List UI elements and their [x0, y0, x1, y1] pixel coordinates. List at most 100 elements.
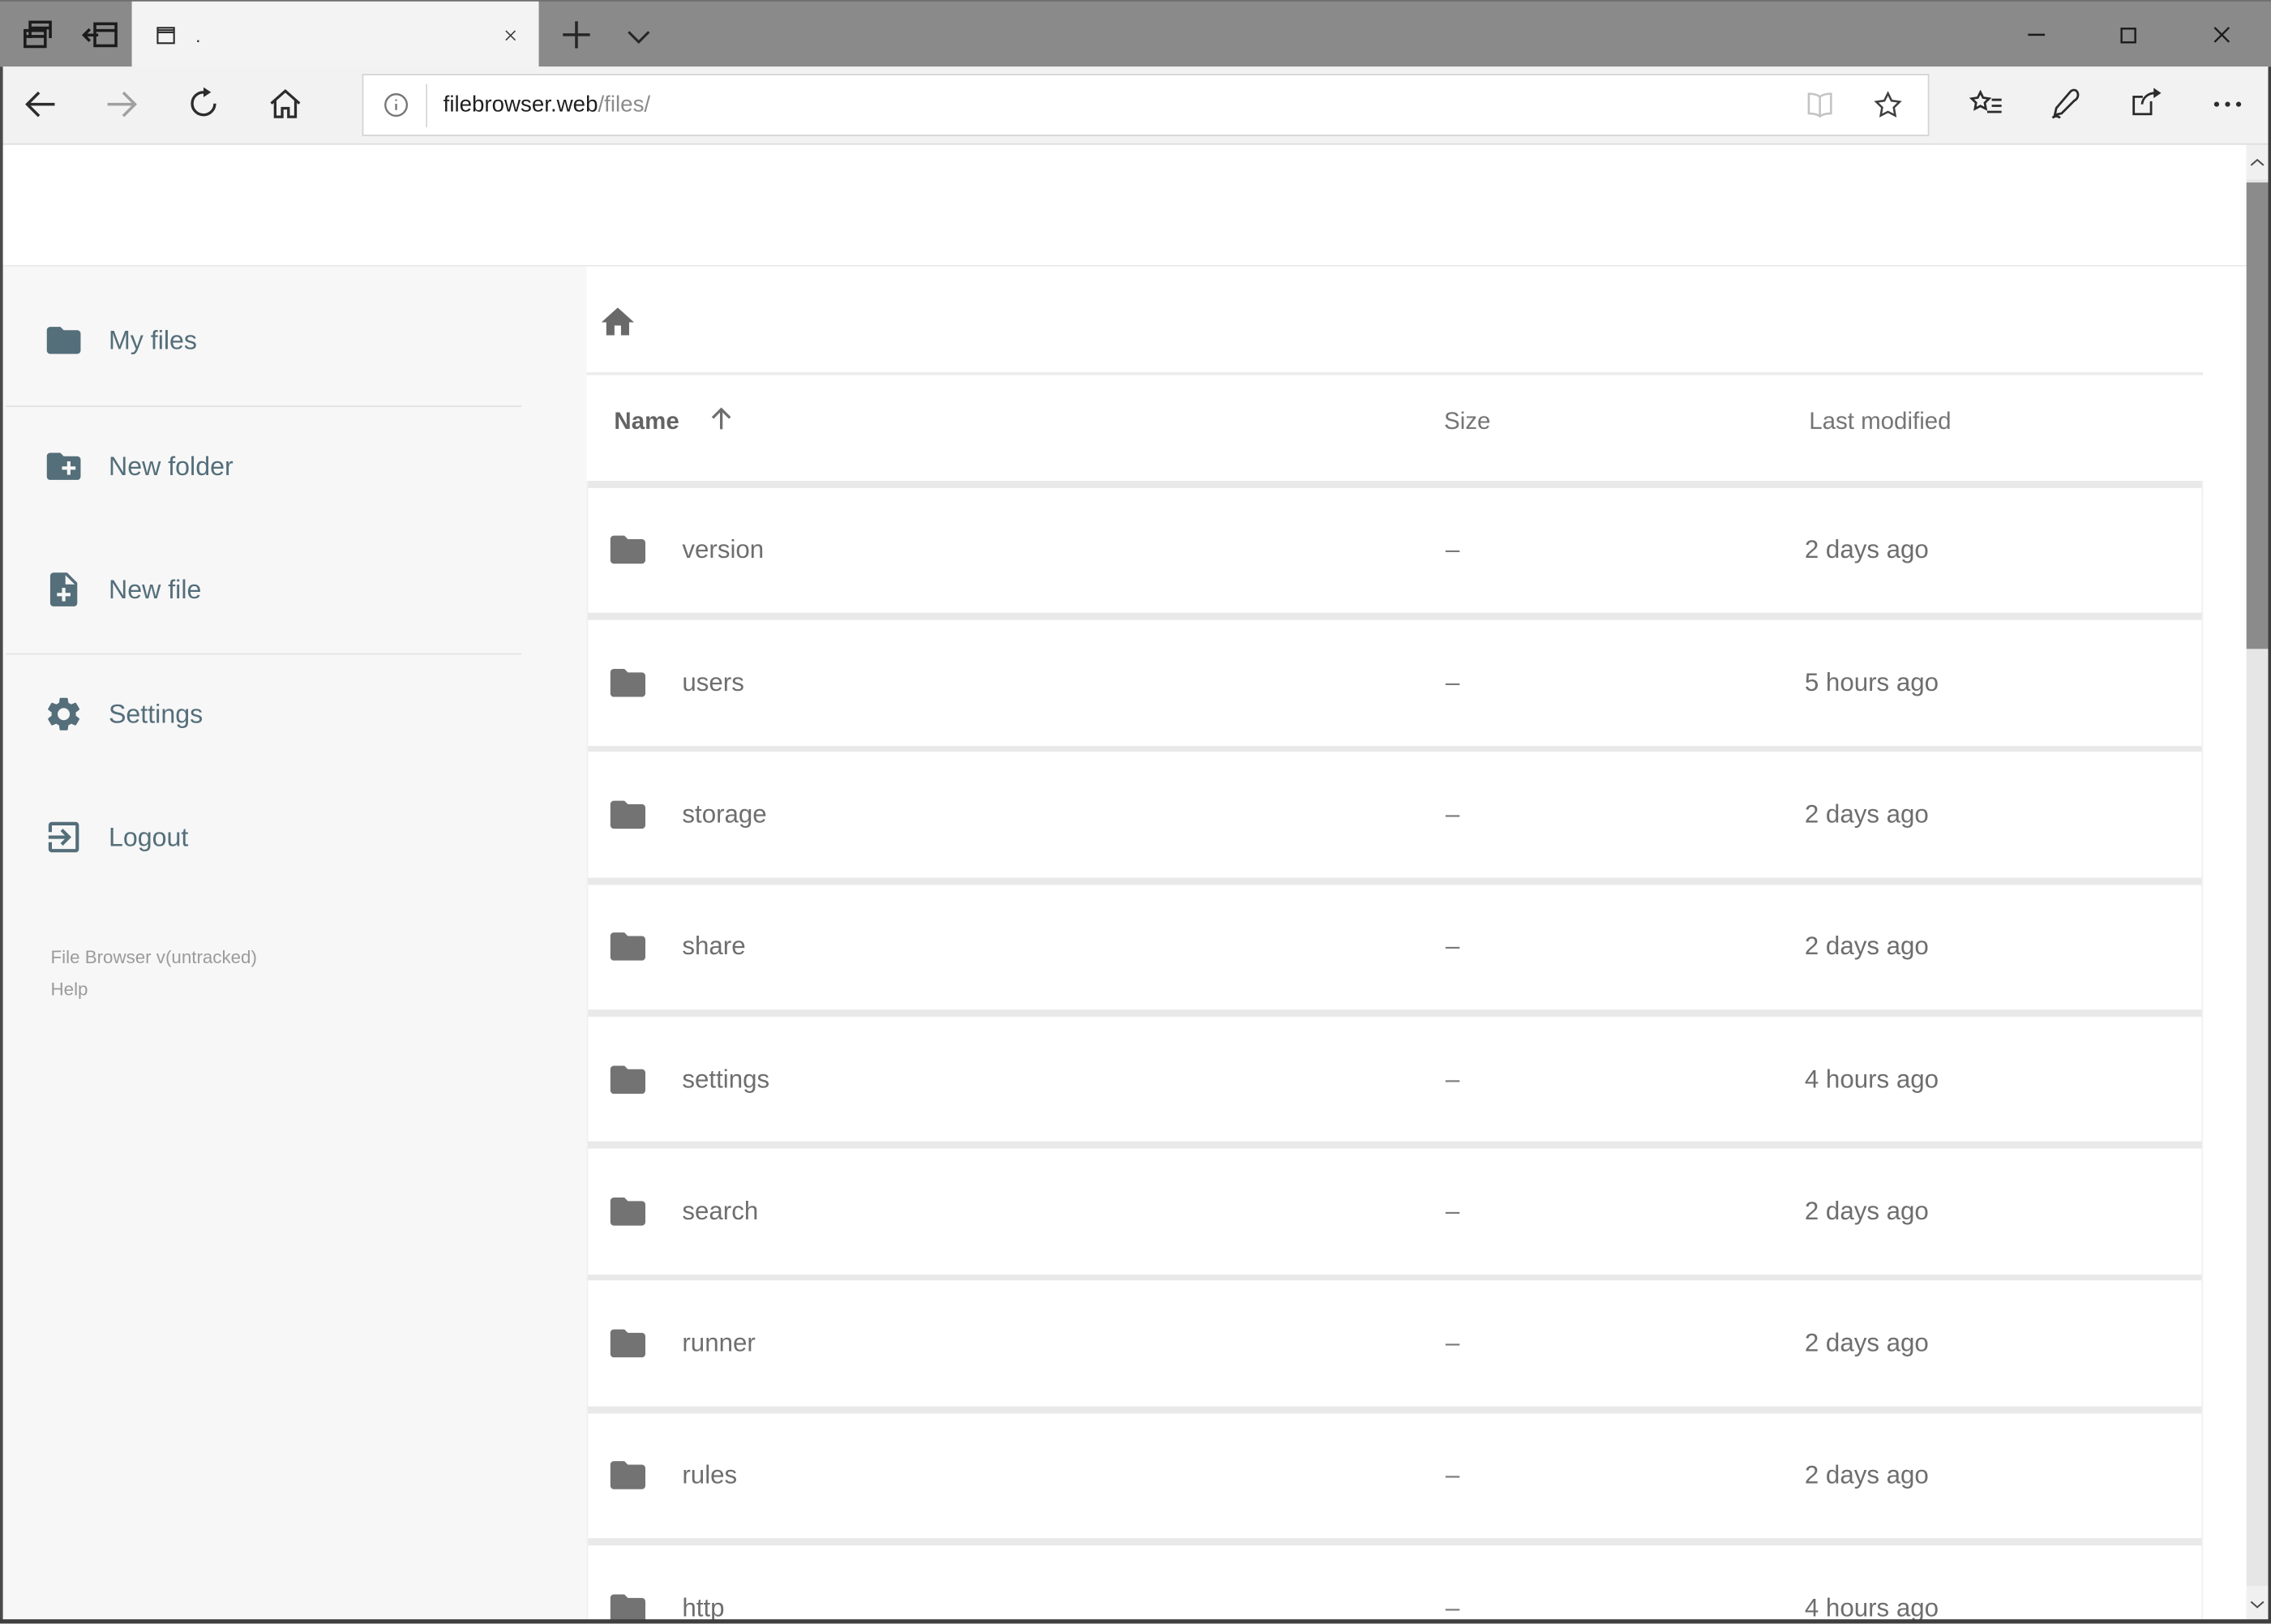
window-maximize-button[interactable]	[2083, 2, 2173, 68]
help-link[interactable]: Help	[51, 979, 88, 1000]
tab-list-chevron-icon[interactable]	[621, 19, 656, 54]
file-modified: 2 days ago	[1804, 799, 1929, 829]
window-border-left	[0, 66, 3, 1624]
sidebar-item-my-files[interactable]: My files	[0, 300, 586, 381]
file-size: –	[1445, 1328, 1460, 1358]
hub-favorites-button[interactable]	[1969, 85, 2009, 126]
web-notes-pen-button[interactable]	[2048, 85, 2089, 126]
file-modified: 5 hours ago	[1804, 667, 1939, 696]
address-bar[interactable]: filebrowser.web/files/	[362, 74, 1930, 136]
file-rows: version – 2 days ago users – 5 hours ago…	[586, 481, 2204, 1624]
add-favorite-star-icon[interactable]	[1871, 88, 1905, 122]
tab-page-icon	[153, 23, 178, 47]
column-header-size[interactable]: Size	[1444, 409, 1490, 436]
folder-icon	[607, 794, 649, 836]
site-info-icon[interactable]	[381, 90, 412, 121]
window-close-button[interactable]	[2177, 2, 2267, 68]
tab-title: .	[195, 24, 201, 46]
file-modified: 2 days ago	[1804, 1328, 1929, 1358]
new-folder-icon	[44, 446, 84, 486]
file-size: –	[1445, 535, 1460, 564]
share-button[interactable]	[2127, 85, 2168, 126]
filebrowser-header	[0, 144, 2271, 267]
sort-ascending-arrow-icon[interactable]	[705, 403, 737, 435]
sidebar-item-label: Settings	[108, 698, 204, 728]
scrollbar-thumb[interactable]	[2246, 182, 2269, 649]
folder-icon	[607, 1190, 649, 1232]
table-row-rules[interactable]: rules – 2 days ago	[588, 1412, 2202, 1539]
new-file-icon	[44, 569, 84, 610]
breadcrumb-home-icon[interactable]	[598, 302, 637, 341]
file-size: –	[1445, 1064, 1460, 1094]
table-row-version[interactable]: version – 2 days ago	[588, 487, 2202, 614]
file-modified: 2 days ago	[1804, 1460, 1929, 1490]
url-text[interactable]: filebrowser.web/files/	[443, 92, 1803, 118]
window-border-bottom	[0, 1619, 2271, 1624]
reading-view-icon[interactable]	[1803, 88, 1836, 122]
sidebar-item-label: Logout	[108, 821, 189, 851]
new-tab-button[interactable]	[556, 15, 597, 55]
folder-icon	[607, 1455, 649, 1497]
file-size: –	[1445, 1196, 1460, 1226]
table-row-runner[interactable]: runner – 2 days ago	[588, 1280, 2202, 1407]
file-name: runner	[682, 1328, 756, 1358]
file-size: –	[1445, 1460, 1460, 1490]
logout-icon	[44, 817, 84, 858]
window-minimize-button[interactable]	[1991, 2, 2081, 68]
table-row-http[interactable]: http – 4 hours ago	[588, 1545, 2202, 1624]
file-modified: 2 days ago	[1804, 535, 1929, 564]
scrollbar-down-button[interactable]	[2246, 1586, 2269, 1621]
file-name: storage	[682, 799, 767, 829]
sidebar-item-logout[interactable]: Logout	[0, 797, 586, 878]
home-button[interactable]	[267, 85, 307, 126]
file-modified: 4 hours ago	[1804, 1064, 1939, 1094]
table-row-search[interactable]: search – 2 days ago	[588, 1148, 2202, 1275]
sidebar: My files New folder New file Settings Lo…	[0, 266, 587, 1621]
folder-icon	[607, 529, 649, 572]
file-modified: 2 days ago	[1804, 932, 1929, 961]
table-row-settings[interactable]: settings – 4 hours ago	[588, 1016, 2202, 1142]
app-version-text: File Browser v(untracked)	[50, 947, 257, 968]
browser-toolbar: filebrowser.web/files/	[0, 66, 2271, 145]
column-header-name[interactable]: Name	[614, 409, 679, 436]
sidebar-item-label: My files	[108, 325, 197, 354]
set-tabs-aside-icon[interactable]	[79, 15, 120, 55]
sidebar-item-new-folder[interactable]: New folder	[0, 426, 586, 507]
folder-icon	[607, 1587, 649, 1623]
table-row-share[interactable]: share – 2 days ago	[588, 884, 2202, 1010]
file-size: –	[1445, 932, 1460, 961]
window-border-right	[2268, 66, 2271, 1624]
scrollbar-up-button[interactable]	[2246, 144, 2269, 180]
file-name: rules	[682, 1460, 738, 1490]
gear-icon	[44, 694, 84, 735]
file-size: –	[1445, 667, 1460, 696]
address-separator	[426, 83, 427, 127]
file-name: version	[682, 535, 765, 564]
table-row-storage[interactable]: storage – 2 days ago	[588, 752, 2202, 878]
folder-icon	[44, 320, 84, 361]
sidebar-item-label: New folder	[108, 451, 234, 481]
file-name: share	[682, 932, 746, 961]
folder-icon	[607, 1322, 649, 1365]
settings-more-ellipsis-button[interactable]	[2209, 85, 2249, 126]
browser-tab[interactable]: .	[131, 1, 539, 68]
table-row-users[interactable]: users – 5 hours ago	[588, 619, 2202, 746]
column-header-modified[interactable]: Last modified	[1809, 409, 1951, 436]
tab-preview-icon[interactable]	[17, 15, 58, 55]
sidebar-item-new-file[interactable]: New file	[0, 549, 586, 630]
folder-icon	[607, 662, 649, 704]
listing-column-headers: Name Size Last modified	[586, 374, 2203, 481]
sidebar-item-settings[interactable]: Settings	[0, 674, 586, 755]
url-host: filebrowser.web	[443, 92, 598, 117]
page-scrollbar[interactable]	[2246, 144, 2269, 1621]
folder-icon	[607, 926, 649, 968]
tab-close-icon[interactable]	[501, 25, 520, 44]
file-modified: 2 days ago	[1804, 1196, 1929, 1226]
refresh-button[interactable]	[186, 85, 226, 126]
file-listing-area: Name Size Last modified version – 2 days…	[586, 266, 2248, 1624]
forward-button[interactable]	[103, 85, 144, 126]
file-name: users	[682, 667, 744, 696]
url-path: /files/	[598, 92, 651, 117]
back-button[interactable]	[22, 85, 62, 126]
sidebar-item-label: New file	[108, 574, 202, 604]
